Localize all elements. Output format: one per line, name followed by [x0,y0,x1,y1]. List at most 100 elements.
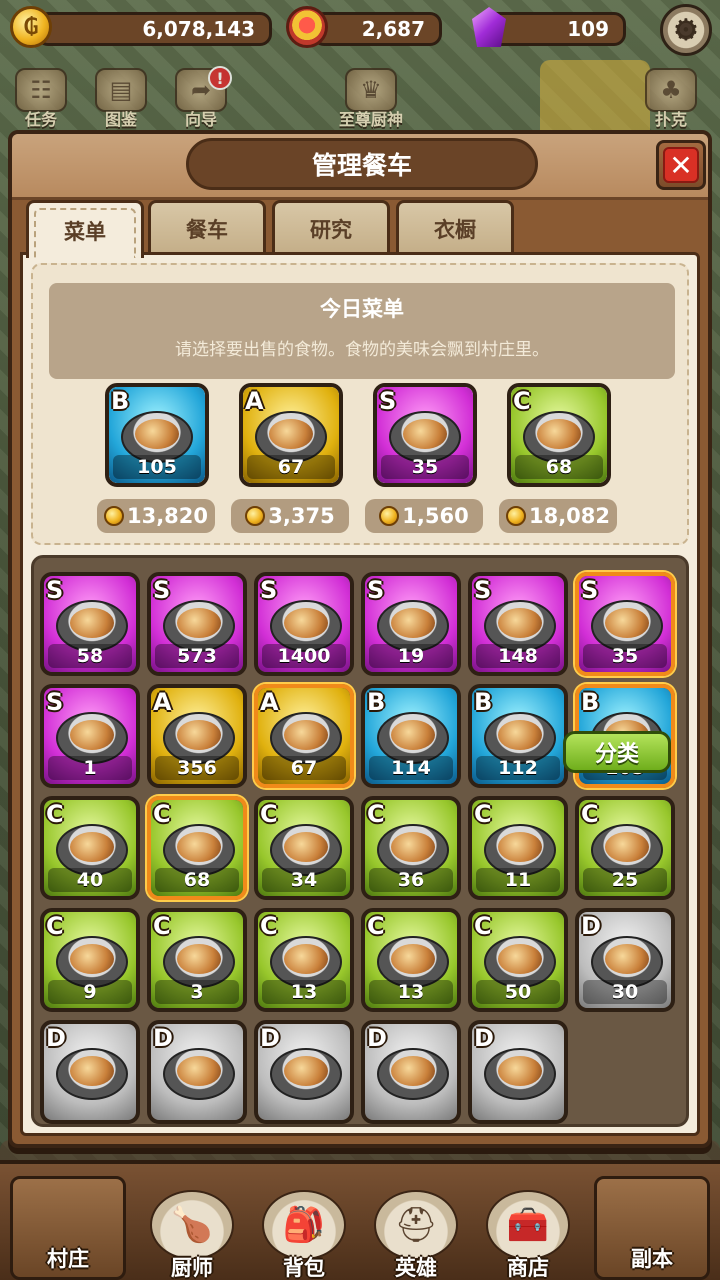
rank-letter: S [153,576,171,604]
gold-counter: 6,078,143 [36,12,272,46]
today-menu-description: 请选择要出售的食物。食物的美味会飘到村庄里。 [175,340,549,360]
tab-truck[interactable]: 餐车 [148,200,266,254]
nav-hero[interactable]: ⛑ 英雄 [360,1172,472,1280]
rank-letter: B [581,688,600,716]
price-tag: 3,375 [231,499,349,533]
recipe-tile[interactable]: C 36 [361,796,461,900]
chef-icon: 🍗 [150,1190,234,1260]
recipe-tile[interactable]: S 1400 [254,572,354,676]
rank-letter: C [153,800,171,828]
helmet-icon: ⛑ [374,1190,458,1260]
stock-count: 114 [369,756,453,780]
recipe-tile[interactable]: C 40 [40,796,140,900]
recipe-tile[interactable]: C3 [147,908,247,1012]
nav-dungeon[interactable]: 副本 [594,1176,710,1280]
tab-wardrobe[interactable]: 衣橱 [396,200,514,254]
today-menu-slot[interactable]: A 67 [239,383,343,487]
recipe-tile[interactable]: S 573 [147,572,247,676]
rank-letter: C [474,800,492,828]
stock-count: 573 [155,644,239,668]
food-dish-icon [56,1048,128,1100]
price-value: 1,560 [402,504,469,528]
nav-label: 厨师 [171,1256,213,1280]
recipe-tile[interactable]: D [361,1020,461,1124]
nav-village[interactable]: 村庄 [10,1176,126,1280]
food-dish-icon [270,1048,342,1100]
rank-letter: A [153,688,172,716]
quick-chef-button[interactable]: ♛ 至尊厨神 [316,66,426,130]
quick-label: 图鉴 [104,110,137,129]
stock-count: 68 [155,868,239,892]
recipe-tile[interactable]: B 112 [468,684,568,788]
stock-count: 36 [369,868,453,892]
quick-label: 扑克 [654,110,687,129]
gold-coin-icon [103,506,124,526]
tab-research[interactable]: 研究 [272,200,390,254]
tab-label: 餐车 [186,217,228,242]
rank-letter: C [260,800,278,828]
recipe-tile[interactable]: C9 [40,908,140,1012]
quick-poker-button[interactable]: ♣ 扑克 [636,66,706,130]
quick-guide-button[interactable]: ➦ 向导 ! [166,66,236,130]
sort-button[interactable]: 分类 [563,731,671,773]
recipe-tile[interactable]: C 34 [254,796,354,900]
nav-backpack[interactable]: 🎒 背包 [248,1172,360,1280]
stock-count: 40 [48,868,132,892]
recipe-tile[interactable]: D [40,1020,140,1124]
stock-count: 1400 [262,644,346,668]
medal-icon [282,2,332,52]
recipe-tile[interactable]: C 11 [468,796,568,900]
recipe-tile[interactable]: D [254,1020,354,1124]
recipe-tile[interactable]: C 13 [361,908,461,1012]
food-dish-icon [163,1048,235,1100]
recipe-grid: S 58 S 573 S 1400 S 19 S 148 S 35 S 1 A 356 A 67 B 114 B 112 B… [31,555,689,1127]
recipe-tile[interactable]: C 68 [147,796,247,900]
rank-letter: A [260,688,279,716]
rank-letter: C [153,912,171,940]
recipe-tile[interactable]: S1 [40,684,140,788]
rank-letter: S [46,576,64,604]
bottom-navigation: 村庄 🍗 厨师 🎒 背包 ⛑ 英雄 🧰 商店 副本 [0,1160,720,1280]
today-menu-banner: 今日菜单 请选择要出售的食物。食物的美味会飘到村庄里。 [49,283,675,379]
rank-letter: D [474,1024,494,1052]
nav-label: 副本 [631,1247,673,1271]
today-menu-slot[interactable]: B 105 [105,383,209,487]
nav-label: 英雄 [395,1256,437,1280]
tab-menu[interactable]: 菜单 [26,200,144,258]
recipe-tile[interactable]: C 13 [254,908,354,1012]
stock-count: 50 [476,980,560,1004]
settings-gear-icon[interactable]: ⚙ [660,4,712,56]
recipe-tile[interactable]: B 114 [361,684,461,788]
nav-shop[interactable]: 🧰 商店 [472,1172,584,1280]
recipe-tile[interactable]: A 67 [254,684,354,788]
background-building [540,60,650,140]
recipe-tile[interactable]: D [147,1020,247,1124]
recipe-tile[interactable]: S 35 [575,572,675,676]
price-value: 3,375 [268,504,335,528]
food-dish-icon [377,1048,449,1100]
nav-chef[interactable]: 🍗 厨师 [136,1172,248,1280]
recipe-tile[interactable]: D [468,1020,568,1124]
quick-label: 至尊厨神 [338,110,403,129]
quick-book-button[interactable]: ▤ 图鉴 [86,66,156,130]
recipe-tile[interactable]: C 25 [575,796,675,900]
gold-coin-icon: ₲ [6,2,56,52]
rank-letter: S [474,576,492,604]
stock-count: 112 [476,756,560,780]
gem-amount: 109 [567,17,609,41]
close-button[interactable]: ✕ [656,140,706,190]
recipe-tile[interactable]: S 148 [468,572,568,676]
quick-label: 向导 [184,110,217,129]
recipe-tile[interactable]: C 50 [468,908,568,1012]
today-menu-slot[interactable]: C 68 [507,383,611,487]
quick-quest-button[interactable]: ☷ 任务 [6,66,76,130]
recipe-tile[interactable]: S 19 [361,572,461,676]
rank-letter: C [367,912,385,940]
stock-count: 13 [369,980,453,1004]
recipe-tile[interactable]: S 58 [40,572,140,676]
today-menu-slot[interactable]: S 35 [373,383,477,487]
rank-letter: S [379,387,397,415]
rank-letter: C [46,912,64,940]
recipe-tile[interactable]: A 356 [147,684,247,788]
recipe-tile[interactable]: D 30 [575,908,675,1012]
